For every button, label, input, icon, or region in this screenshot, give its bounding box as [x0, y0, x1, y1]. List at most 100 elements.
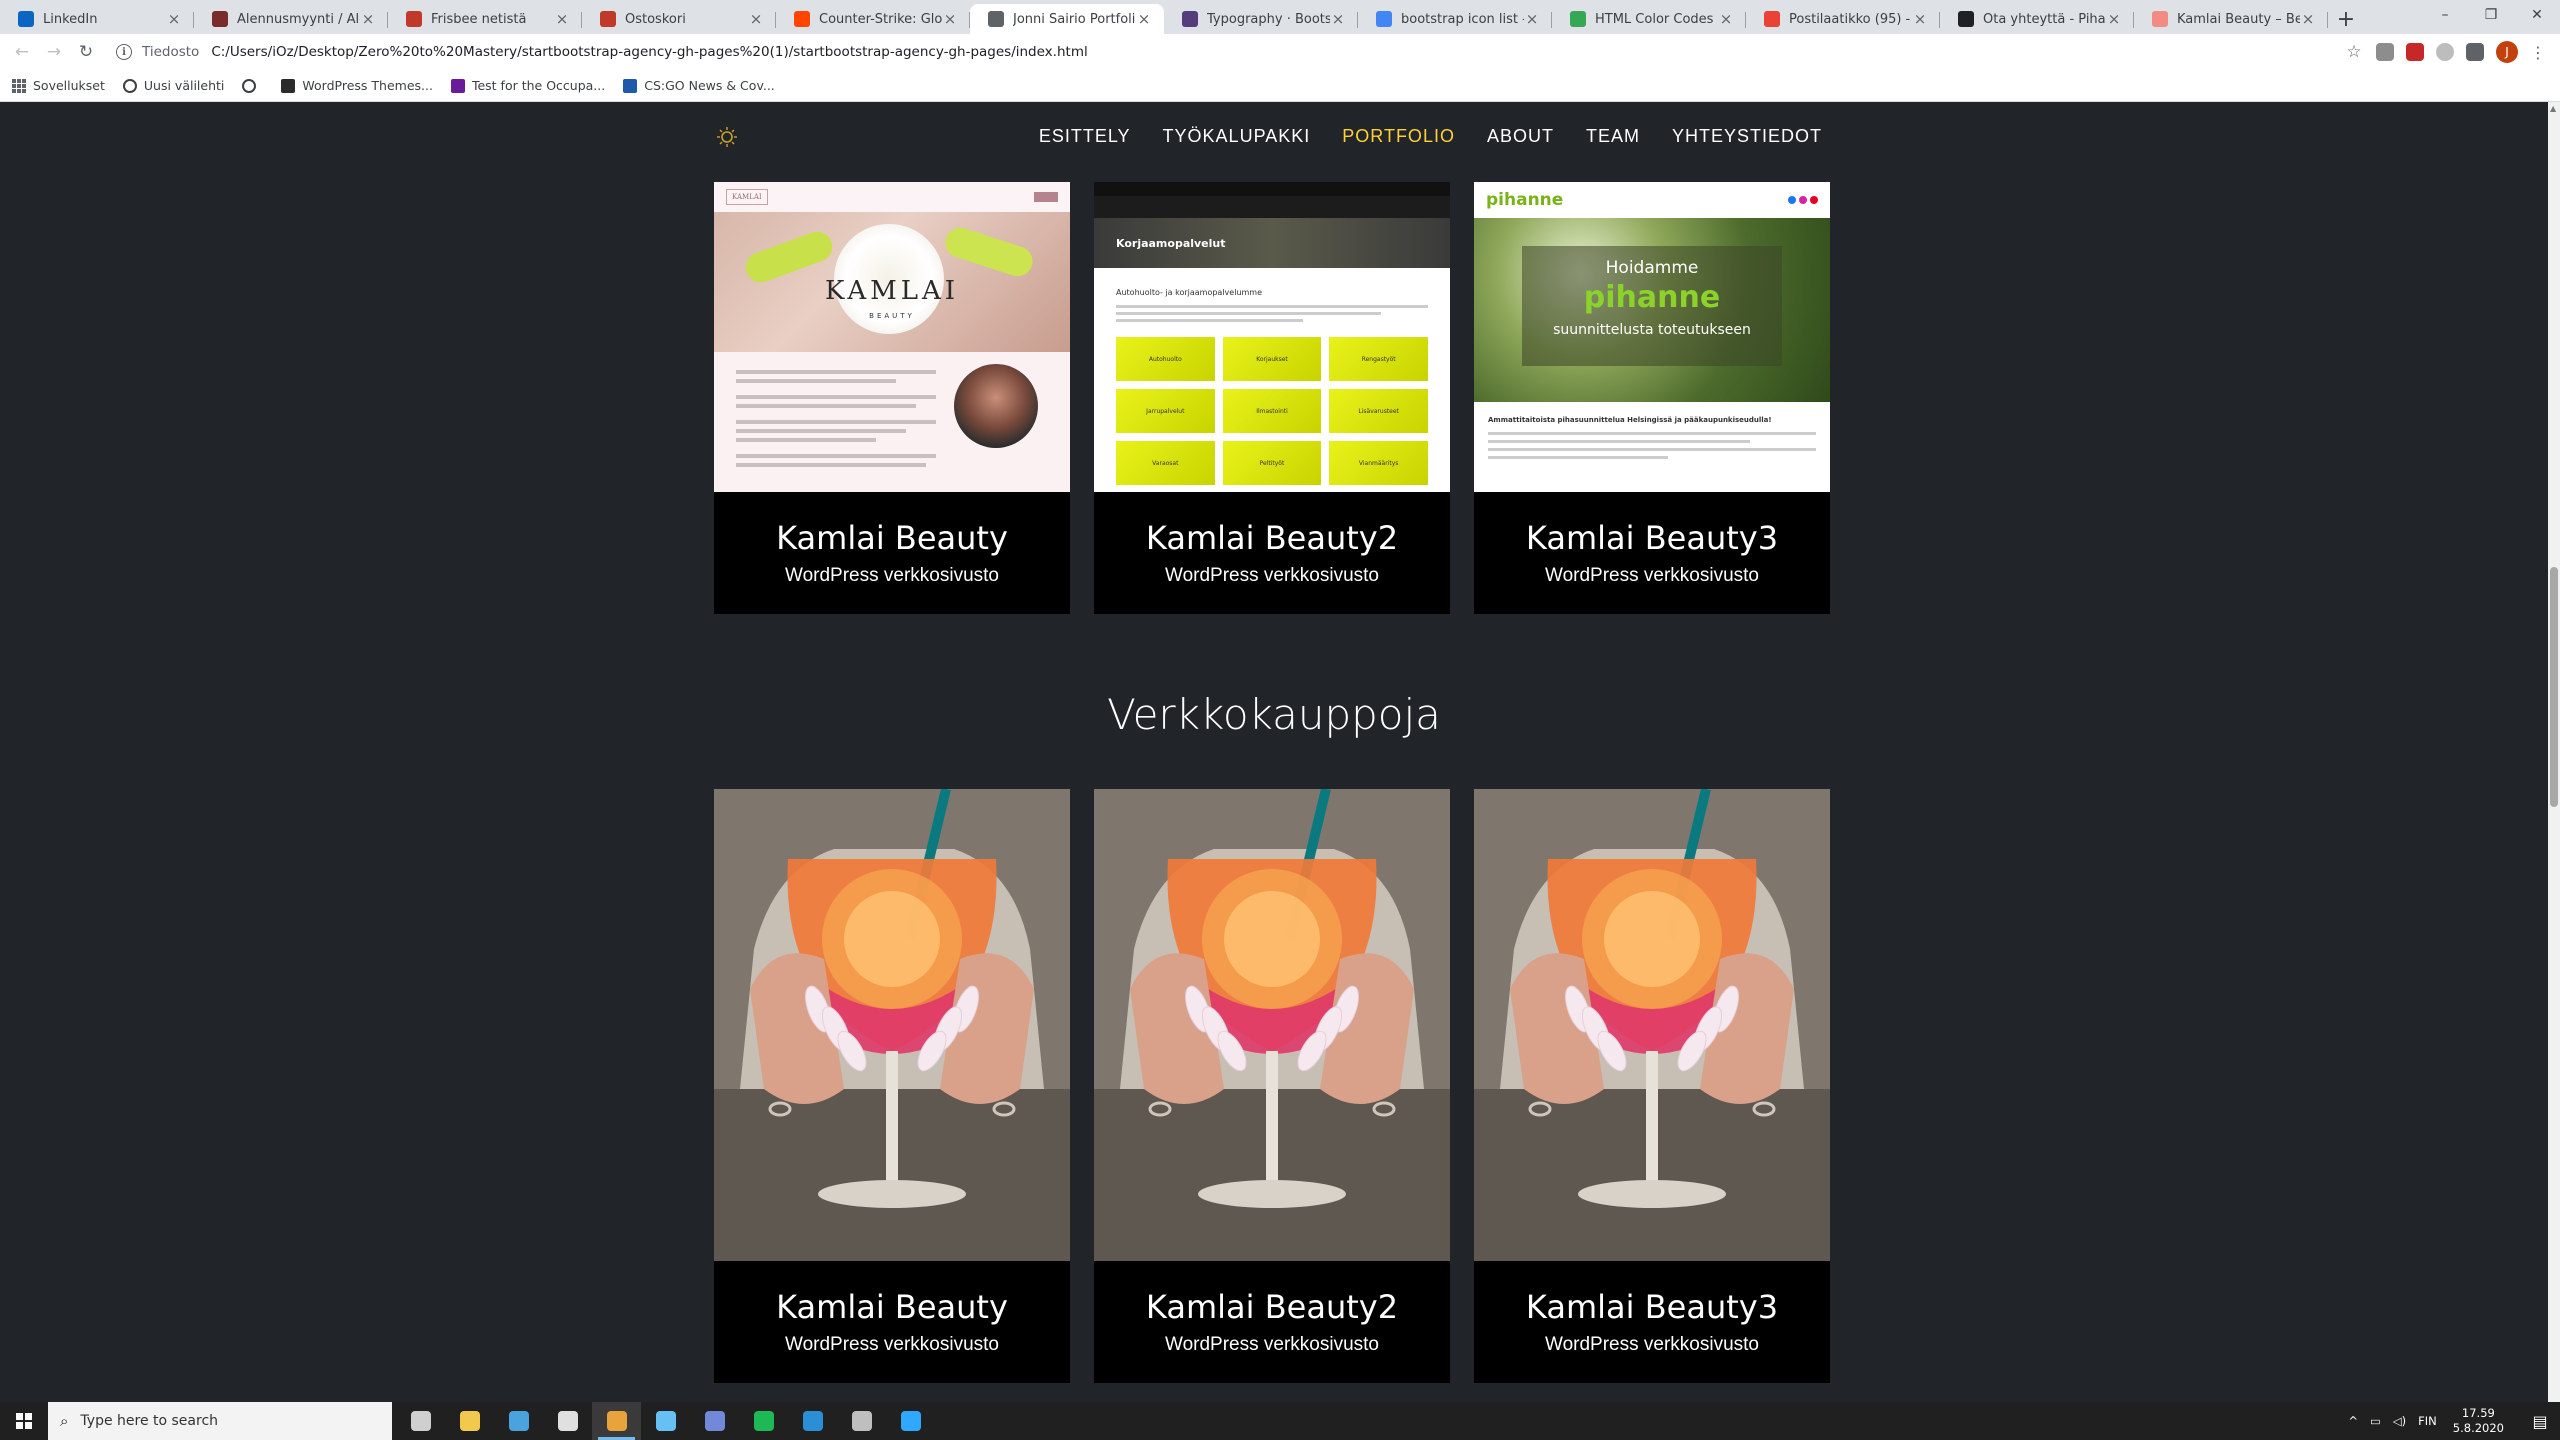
- nav-link-team[interactable]: TEAM: [1586, 126, 1640, 147]
- portfolio-card-shop[interactable]: Kamlai Beauty2 WordPress verkkosivusto: [1094, 789, 1450, 1383]
- close-tab-icon[interactable]: ×: [1136, 10, 1152, 28]
- scrollbar-thumb[interactable]: [2550, 567, 2558, 807]
- extension-icon[interactable]: [2376, 43, 2394, 61]
- taskbar-app[interactable]: [641, 1402, 690, 1440]
- portfolio-card-kamlai[interactable]: KAMLAI KAMLAI BEAUTY Kamlai Beauty WordP…: [714, 182, 1070, 614]
- browser-tab[interactable]: HTML Color Codes ×: [1552, 4, 1746, 34]
- portfolio-card-pihanne[interactable]: pihanne Hoidamme pihanne suunnittelusta …: [1474, 182, 1830, 614]
- browser-tab[interactable]: Counter-Strike: Global O×: [776, 4, 970, 34]
- card-caption: Kamlai Beauty3 WordPress verkkosivusto: [1474, 1261, 1830, 1383]
- bookmark-item[interactable]: CS:GO News & Cov...: [623, 78, 775, 93]
- bookmark-label: Test for the Occupa...: [471, 78, 606, 93]
- portfolio-card-korjaamo[interactable]: Korjaamopalvelut Autohuolto- ja korjaamo…: [1094, 182, 1450, 614]
- bookmark-item[interactable]: Test for the Occupa...: [450, 78, 606, 93]
- portfolio-card-shop[interactable]: Kamlai Beauty WordPress verkkosivusto: [714, 789, 1070, 1383]
- taskbar-app[interactable]: [886, 1402, 935, 1440]
- close-tab-icon[interactable]: ×: [554, 10, 570, 28]
- avatar[interactable]: J: [2496, 41, 2518, 63]
- steelseries-icon: [557, 1411, 578, 1431]
- bookmark-item[interactable]: Uusi välilehti: [122, 78, 225, 93]
- taskbar-app[interactable]: [739, 1402, 788, 1440]
- back-button[interactable]: ←: [6, 36, 38, 68]
- taskbar-app[interactable]: [445, 1402, 494, 1440]
- scroll-up-arrow-icon[interactable]: ▲: [2550, 104, 2556, 113]
- windows-taskbar: ⌕ Type here to search ^ ▭ ◁) FIN 17.59 5…: [0, 1402, 2560, 1440]
- nav-link-työkalupakki[interactable]: TYÖKALUPAKKI: [1163, 126, 1311, 147]
- notification-center-icon[interactable]: ▤: [2520, 1412, 2560, 1431]
- browser-tab[interactable]: bootstrap icon list - Goo×: [1358, 4, 1552, 34]
- browser-tab[interactable]: Kamlai Beauty – Beauty×: [2134, 4, 2328, 34]
- close-tab-icon[interactable]: ×: [942, 10, 958, 28]
- browser-tab[interactable]: Ostoskori ×: [582, 4, 776, 34]
- tray-chevron-icon[interactable]: ^: [2348, 1414, 2358, 1428]
- taskbar-app[interactable]: [396, 1402, 445, 1440]
- close-tab-icon[interactable]: ×: [2300, 10, 2316, 28]
- close-window-button[interactable]: ✕: [2514, 0, 2560, 30]
- new-tab-button[interactable]: +: [2328, 4, 2364, 34]
- close-tab-icon[interactable]: ×: [1718, 10, 1734, 28]
- browser-tab[interactable]: Jonni Sairio Portfolio ×: [970, 4, 1164, 34]
- card-subtitle: WordPress verkkosivusto: [1545, 1334, 1759, 1355]
- taskbar-app[interactable]: [543, 1402, 592, 1440]
- close-tab-icon[interactable]: ×: [2106, 10, 2122, 28]
- browser-tab[interactable]: Postilaatikko (95) - sairi×: [1746, 4, 1940, 34]
- forward-button[interactable]: →: [38, 36, 70, 68]
- adblock-icon[interactable]: [2406, 43, 2424, 61]
- close-tab-icon[interactable]: ×: [1330, 10, 1346, 28]
- flag-icon: [600, 11, 616, 27]
- browser-tab[interactable]: Ota yhteyttä - Pihanne×: [1940, 4, 2134, 34]
- close-tab-icon[interactable]: ×: [748, 10, 764, 28]
- taskbar-app[interactable]: [788, 1402, 837, 1440]
- taskbar-app[interactable]: [690, 1402, 739, 1440]
- minimize-button[interactable]: –: [2422, 0, 2468, 30]
- menu-icon[interactable]: ⋮: [2530, 43, 2546, 62]
- url-text[interactable]: C:/Users/iOz/Desktop/Zero%20to%20Mastery…: [211, 44, 1087, 60]
- portfolio-preview-korjaamo: Korjaamopalvelut Autohuolto- ja korjaamo…: [1094, 182, 1450, 492]
- bookmark-star-icon[interactable]: ☆: [2344, 36, 2364, 68]
- bookmarks-bar: Sovellukset Uusi välilehti WordPress Theme…: [0, 70, 2560, 102]
- restore-button[interactable]: ❐: [2468, 0, 2514, 30]
- close-tab-icon[interactable]: ×: [1524, 10, 1540, 28]
- card-title: Kamlai Beauty: [776, 1288, 1008, 1326]
- info-icon[interactable]: i: [116, 44, 132, 60]
- start-button[interactable]: [0, 1402, 48, 1440]
- taskbar-search-input[interactable]: ⌕ Type here to search: [48, 1402, 392, 1440]
- page-scrollbar[interactable]: ▲: [2548, 102, 2560, 1402]
- steam-icon: [655, 1411, 676, 1431]
- preview-line1: Hoidamme: [1605, 258, 1699, 278]
- address-bar[interactable]: i Tiedosto C:/Users/iOz/Desktop/Zero%20t…: [116, 37, 2344, 67]
- browser-tab[interactable]: LinkedIn ×: [0, 4, 194, 34]
- network-icon[interactable]: ▭: [2370, 1414, 2381, 1428]
- taskbar-clock[interactable]: 17.59 5.8.2020: [2453, 1406, 2504, 1436]
- browser-tab[interactable]: Alennusmyynti / Ale / Ta×: [194, 4, 388, 34]
- volume-icon[interactable]: ◁): [2393, 1414, 2406, 1428]
- bookmark-label: Uusi välilehti: [143, 78, 225, 93]
- bookmark-item[interactable]: WordPress Themes...: [281, 78, 433, 93]
- tab-title: Kamlai Beauty – Beauty: [2177, 11, 2300, 27]
- nav-link-portfolio[interactable]: PORTFOLIO: [1342, 126, 1455, 147]
- browser-tab[interactable]: Typography · Bootstrap×: [1164, 4, 1358, 34]
- site-logo-icon[interactable]: [716, 126, 738, 148]
- bookmark-item[interactable]: Sovellukset: [12, 78, 105, 93]
- nav-link-about[interactable]: ABOUT: [1487, 126, 1554, 147]
- language-indicator[interactable]: FIN: [2418, 1414, 2437, 1428]
- taskbar-app[interactable]: [494, 1402, 543, 1440]
- file-explorer-icon: [459, 1411, 480, 1431]
- windows-logo-icon: [16, 1413, 32, 1429]
- bookmark-item[interactable]: [242, 78, 263, 93]
- close-tab-icon[interactable]: ×: [1912, 10, 1928, 28]
- close-tab-icon[interactable]: ×: [166, 10, 182, 28]
- nav-link-yhteystiedot[interactable]: YHTEYSTIEDOT: [1672, 126, 1822, 147]
- reload-button[interactable]: ↻: [70, 36, 102, 68]
- close-tab-icon[interactable]: ×: [360, 10, 376, 28]
- extension-icon[interactable]: [2436, 43, 2454, 61]
- portfolio-card-shop[interactable]: Kamlai Beauty3 WordPress verkkosivusto: [1474, 789, 1830, 1383]
- browser-tab[interactable]: Frisbee netistä ×: [388, 4, 582, 34]
- puzzle-icon[interactable]: [2466, 43, 2484, 61]
- extensions-area: ☆ J ⋮: [2344, 36, 2560, 68]
- nav-link-esittely[interactable]: ESITTELY: [1039, 126, 1131, 147]
- page-viewport: ESITTELY TYÖKALUPAKKI PORTFOLIO ABOUT TEAM YH…: [0, 102, 2548, 1402]
- card-subtitle: WordPress verkkosivusto: [785, 565, 999, 586]
- taskbar-app[interactable]: [592, 1402, 641, 1440]
- taskbar-app[interactable]: [837, 1402, 886, 1440]
